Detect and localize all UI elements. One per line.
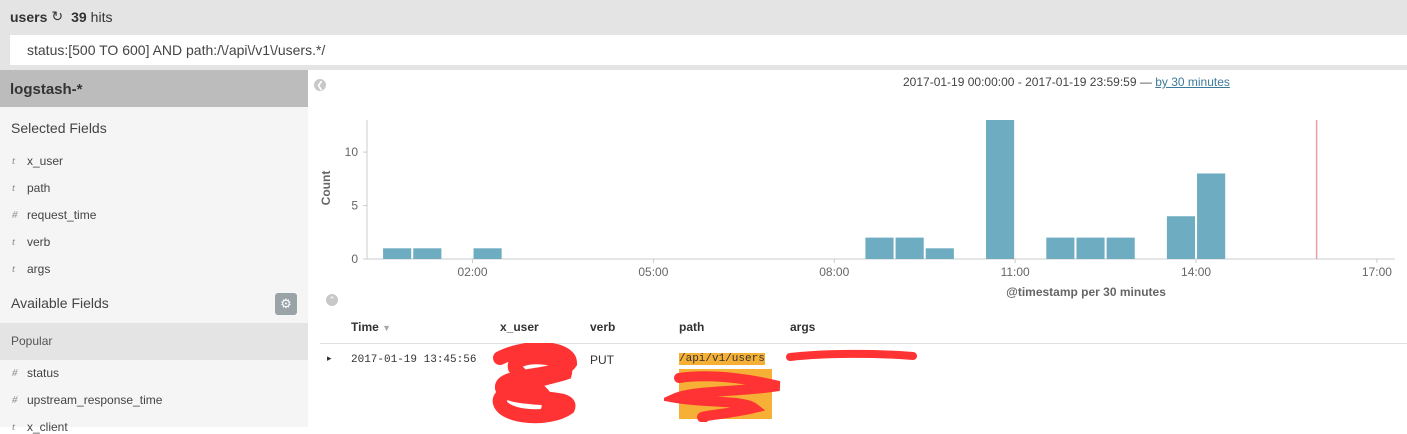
number-type-icon: #	[12, 394, 18, 406]
field-item-upstream-response-time[interactable]: # upstream_response_time	[12, 393, 162, 407]
x-tick-label: 02:00	[457, 265, 487, 279]
expand-row-caret-icon[interactable]: ▸	[327, 353, 332, 364]
string-type-icon: t	[12, 421, 16, 433]
string-type-icon: t	[12, 263, 16, 275]
column-header-time[interactable]: Time ▼	[351, 320, 391, 334]
redaction-scribble-args	[786, 349, 917, 361]
field-name: path	[27, 181, 51, 195]
column-header-verb[interactable]: verb	[590, 320, 615, 334]
column-header-path[interactable]: path	[679, 320, 704, 334]
histogram-bar[interactable]	[865, 237, 894, 259]
index-pattern[interactable]: logstash-*	[0, 70, 308, 107]
field-item-x-client[interactable]: t x_client	[12, 420, 68, 434]
path-cell: /api/v1/users	[679, 353, 765, 365]
x-tick-label: 14:00	[1181, 265, 1211, 279]
histogram-bar[interactable]	[413, 248, 442, 259]
x-tick-label: 17:00	[1362, 265, 1392, 279]
interval-link[interactable]: by 30 minutes	[1155, 75, 1230, 89]
field-name: verb	[27, 235, 51, 249]
x-axis-label: @timestamp per 30 minutes	[1006, 285, 1166, 299]
column-header-x-user[interactable]: x_user	[500, 320, 539, 334]
search-title: users ↻ 39 hits	[10, 8, 112, 25]
string-type-icon: t	[12, 236, 16, 248]
saved-search-name[interactable]: users	[10, 9, 47, 25]
available-fields-title: Available Fields	[11, 295, 109, 311]
time-range: 2017-01-19 00:00:00 - 2017-01-19 23:59:5…	[903, 75, 1230, 89]
field-item-status[interactable]: # status	[12, 366, 59, 380]
y-axis-label: Count	[319, 171, 333, 206]
field-name: request_time	[27, 208, 97, 222]
field-item-args[interactable]: t args	[12, 262, 50, 276]
histogram-bar[interactable]	[986, 120, 1015, 259]
histogram-chart: 0 5 10 02:00 05:00 08:00 11:00 14:00 17:00 @times…	[319, 120, 1395, 299]
reload-icon[interactable]: ↻	[51, 8, 63, 25]
field-item-verb[interactable]: t verb	[12, 235, 50, 249]
y-tick-label: 0	[351, 252, 358, 266]
field-item-path[interactable]: t path	[12, 181, 50, 195]
string-type-icon: t	[12, 155, 16, 167]
histogram-bar[interactable]	[1197, 173, 1226, 259]
top-bar: users ↻ 39 hits	[0, 0, 1407, 70]
popular-title: Popular	[11, 334, 53, 348]
field-item-x-user[interactable]: t x_user	[12, 154, 63, 168]
verb-cell: PUT	[590, 353, 614, 367]
table-header-divider	[320, 343, 1407, 344]
time-cell: 2017-01-19 13:45:56	[351, 354, 477, 366]
histogram-bar[interactable]	[895, 237, 924, 259]
sort-caret-icon[interactable]: ▼	[382, 323, 391, 333]
field-name: status	[27, 366, 60, 380]
histogram-bar[interactable]	[1046, 237, 1075, 259]
x-tick-label: 08:00	[819, 265, 849, 279]
redaction-scribble-path	[664, 371, 781, 422]
time-range-text: 2017-01-19 00:00:00 - 2017-01-19 23:59:5…	[903, 75, 1152, 89]
field-name: args	[27, 262, 51, 276]
y-tick-label: 10	[345, 145, 359, 159]
histogram-bar[interactable]	[1076, 237, 1105, 259]
field-name: x_client	[27, 420, 68, 434]
field-settings-gear-icon[interactable]: ⚙	[275, 293, 297, 315]
number-type-icon: #	[12, 209, 18, 221]
field-name: upstream_response_time	[27, 393, 163, 407]
y-tick-label: 5	[351, 199, 358, 213]
histogram-bar[interactable]	[925, 248, 954, 259]
number-type-icon: #	[12, 367, 18, 379]
field-sidebar: logstash-* Selected Fields t x_user t pa…	[0, 70, 308, 434]
histogram-bar[interactable]	[473, 248, 502, 259]
field-name: x_user	[27, 154, 64, 168]
hits-count: 39	[71, 8, 87, 25]
search-input[interactable]	[10, 35, 1407, 65]
path-highlight: /api/v1/users	[679, 353, 765, 365]
x-tick-label: 05:00	[638, 265, 668, 279]
string-type-icon: t	[12, 182, 16, 194]
histogram-bar[interactable]	[1106, 237, 1135, 259]
selected-fields-title: Selected Fields	[11, 120, 107, 136]
column-header-args[interactable]: args	[790, 320, 815, 334]
histogram-bar[interactable]	[383, 248, 412, 259]
redaction-scribble-user	[492, 343, 578, 424]
hits-label: hits	[90, 8, 113, 25]
field-item-request-time[interactable]: # request_time	[12, 208, 96, 222]
collapse-sidebar-icon[interactable]: ❮	[314, 79, 326, 91]
x-tick-label: 11:00	[1001, 265, 1030, 279]
histogram-bar[interactable]	[1166, 216, 1196, 259]
